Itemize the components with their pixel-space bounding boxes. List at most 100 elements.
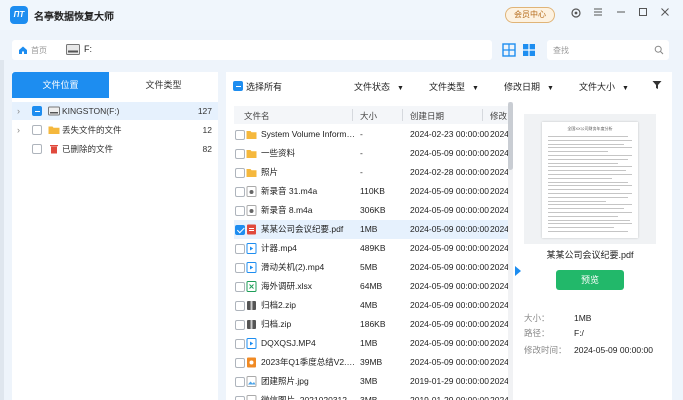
select-all-checkbox[interactable] (233, 81, 243, 91)
row-checkbox[interactable] (235, 357, 245, 368)
search-input[interactable]: 查找 (547, 40, 669, 60)
table-row[interactable]: 新录音 8.m4a 306KB 2024-05-09 00:00:00 2024 (234, 201, 510, 220)
table-row[interactable]: 归档.zip 186KB 2024-05-09 00:00:00 2024 (234, 315, 510, 334)
table-row[interactable]: 滑动关机(2).mp4 5MB 2024-05-09 00:00:00 2024 (234, 258, 510, 277)
row-checkbox[interactable] (235, 262, 245, 273)
row-checkbox[interactable] (235, 319, 245, 330)
row-checkbox[interactable] (235, 395, 245, 400)
expand-preview-arrow-icon[interactable] (515, 266, 521, 276)
document-text-line (548, 147, 632, 149)
menu-icon[interactable] (591, 7, 605, 21)
tree-checkbox[interactable] (32, 125, 42, 135)
document-text-line (548, 219, 630, 221)
chevron-right-icon[interactable]: › (17, 102, 20, 120)
tree-item-lost-files[interactable]: › 丢失文件的文件 12 (12, 121, 218, 139)
file-created: 2024-05-09 00:00:00 (410, 186, 489, 196)
tab-file-type[interactable]: 文件类型 (109, 72, 218, 98)
column-header-name[interactable]: 文件名 (244, 110, 270, 122)
file-modified: 2024 (490, 395, 509, 400)
table-row[interactable]: 照片 - 2024-02-28 00:00:00 2024 (234, 163, 510, 182)
row-checkbox[interactable] (235, 186, 245, 197)
file-created: 2024-05-09 00:00:00 (410, 262, 489, 272)
table-row[interactable]: 微信图片_20210203120... 3MB 2019-01-29 00:00:0… (234, 391, 510, 400)
tree-item-count: 127 (197, 106, 212, 116)
row-checkbox[interactable] (235, 300, 245, 311)
filter-file-type[interactable]: 文件类型 ▼ (429, 80, 479, 93)
info-size: 大小： 1MB (524, 312, 591, 324)
tab-file-location[interactable]: 文件位置 (12, 72, 109, 98)
file-name: 某某公司会议纪要.pdf (261, 224, 344, 234)
filter-toolbar: 选择所有 文件状态 ▼ 文件类型 ▼ 修改日期 ▼ 文件大小 ▼ (226, 72, 672, 98)
filter-file-size[interactable]: 文件大小 ▼ (579, 80, 629, 93)
row-checkbox[interactable] (235, 338, 245, 349)
file-created: 2019-01-29 00:00:00 (410, 376, 489, 386)
table-row[interactable]: 一些资料 - 2024-05-09 00:00:00 2024 (234, 144, 510, 163)
file-modified: 2024 (490, 148, 509, 158)
row-checkbox[interactable] (235, 167, 245, 178)
list-view-icon[interactable] (521, 42, 537, 58)
document-text-line (548, 143, 624, 145)
home-link[interactable]: 首页 (31, 45, 47, 56)
file-name: 新录音 8.m4a (261, 205, 313, 215)
ppt-icon (247, 357, 256, 368)
chevron-right-icon[interactable]: › (17, 121, 20, 139)
image-icon (246, 395, 257, 400)
preview-file-name: 某某公司会议纪要.pdf (546, 250, 634, 260)
document-text-line (548, 196, 628, 198)
column-header-created[interactable]: 创建日期 (410, 110, 444, 122)
info-path-label: 路径： (524, 328, 550, 338)
preview-button[interactable]: 预览 (556, 270, 624, 290)
grid-view-icon[interactable] (501, 42, 517, 58)
minimize-icon[interactable] (614, 7, 628, 21)
file-name: 新录音 31.m4a (261, 186, 318, 196)
scrollbar-thumb[interactable] (508, 102, 513, 170)
column-divider[interactable] (352, 109, 353, 121)
file-size: 3MB (360, 395, 378, 400)
table-row[interactable]: 海外调研.xlsx 64MB 2024-05-09 00:00:00 2024 (234, 277, 510, 296)
tree-checkbox[interactable] (32, 106, 42, 116)
member-center-button[interactable]: 会员中心 (505, 7, 555, 23)
home-icon[interactable] (18, 45, 28, 55)
filter-modified-date[interactable]: 修改日期 ▼ (504, 80, 554, 93)
address-bar[interactable]: 首页 F: (12, 40, 492, 60)
row-checkbox[interactable] (235, 281, 245, 292)
table-row[interactable]: 2023年Q1季度总结V2.pptx 39MB 2024-05-09 00:00:0… (234, 353, 510, 372)
row-checkbox[interactable] (235, 129, 245, 140)
video-icon (246, 338, 257, 349)
table-row[interactable]: 新录音 31.m4a 110KB 2024-05-09 00:00:00 2024 (234, 182, 510, 201)
column-divider[interactable] (402, 109, 403, 121)
tree-checkbox[interactable] (32, 144, 42, 154)
drive-icon (66, 44, 80, 55)
filter-funnel-icon[interactable] (652, 80, 662, 90)
table-row[interactable]: DQXQSJ.MP4 1MB 2024-05-09 00:00:00 2024 (234, 334, 510, 353)
zip-icon (247, 301, 256, 310)
select-all-label[interactable]: 选择所有 (246, 80, 282, 93)
app-logo: ΠT (10, 6, 28, 24)
row-checkbox[interactable] (235, 376, 245, 387)
info-size-value: 1MB (574, 313, 592, 323)
column-divider[interactable] (482, 109, 483, 121)
file-name: System Volume Informa... (261, 129, 357, 139)
title-bar: ΠT 名亭数据恢复大师 会员中心 (0, 0, 683, 30)
table-row[interactable]: 计器.mp4 489KB 2024-05-09 00:00:00 2024 (234, 239, 510, 258)
tree-item-drive[interactable]: › KINGSTON(F:) 127 (12, 102, 218, 120)
video-icon (246, 262, 257, 273)
row-checkbox[interactable] (235, 243, 245, 254)
row-checkbox[interactable] (235, 224, 245, 235)
column-header-size[interactable]: 大小 (360, 110, 377, 122)
table-row[interactable]: 团建照片.jpg 3MB 2019-01-29 00:00:00 2024 (234, 372, 510, 391)
maximize-icon[interactable] (636, 7, 650, 21)
document-text-line (548, 223, 632, 225)
table-row[interactable]: 某某公司会议纪要.pdf 1MB 2024-05-09 00:00:00 2024 (234, 220, 510, 239)
close-icon[interactable] (658, 7, 672, 21)
row-checkbox[interactable] (235, 148, 245, 159)
tree-item-deleted-files[interactable]: 已删除的文件 82 (12, 140, 218, 158)
table-row[interactable]: 归档2.zip 4MB 2024-05-09 00:00:00 2024 (234, 296, 510, 315)
column-header-modified[interactable]: 修改 (490, 110, 507, 122)
settings-icon[interactable] (569, 7, 583, 21)
table-row[interactable]: System Volume Informa... - 2024-02-23 00:0… (234, 125, 510, 144)
filter-file-status[interactable]: 文件状态 ▼ (354, 80, 404, 93)
search-icon[interactable] (654, 45, 664, 55)
document-text-line (548, 174, 632, 175)
row-checkbox[interactable] (235, 205, 245, 216)
